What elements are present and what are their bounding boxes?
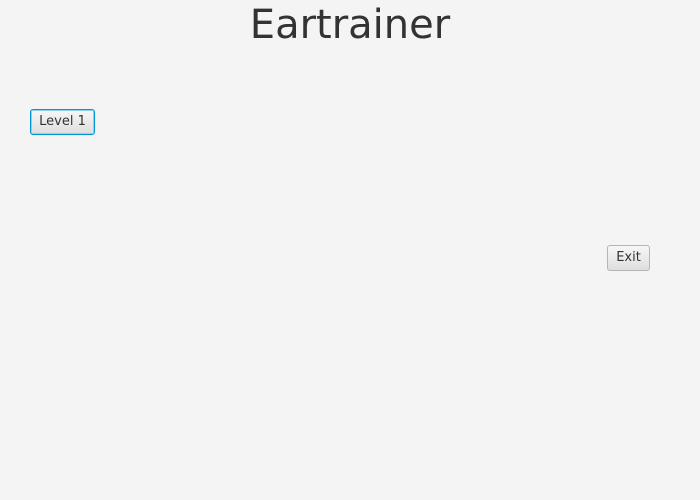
app-window: Eartrainer Level 1 Exit: [0, 0, 700, 500]
app-title: Eartrainer: [249, 2, 451, 48]
exit-button[interactable]: Exit: [607, 245, 650, 271]
level-1-button[interactable]: Level 1: [30, 109, 95, 135]
